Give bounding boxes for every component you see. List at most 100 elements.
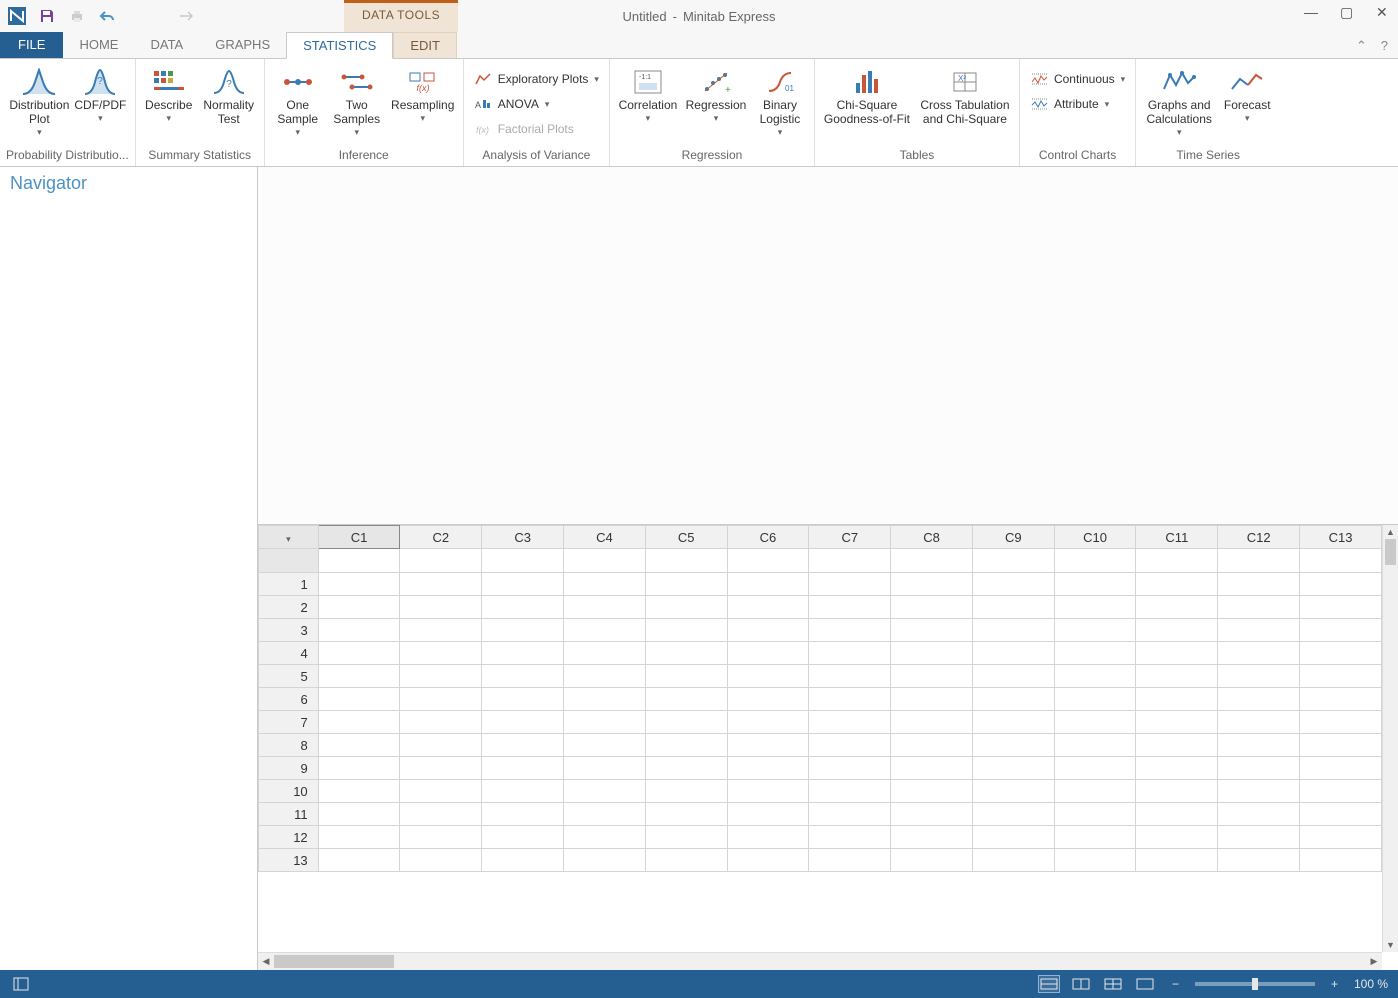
- cell[interactable]: [972, 642, 1054, 665]
- zoom-in-button[interactable]: +: [1325, 977, 1344, 991]
- horizontal-scrollbar[interactable]: ◀ ▶: [258, 952, 1382, 970]
- cell[interactable]: [809, 596, 891, 619]
- cell[interactable]: [727, 803, 809, 826]
- cell[interactable]: [400, 619, 482, 642]
- view-mode-4[interactable]: [1134, 975, 1156, 993]
- cell[interactable]: [318, 688, 400, 711]
- cell[interactable]: [972, 711, 1054, 734]
- help-icon[interactable]: ?: [1381, 38, 1388, 54]
- cell[interactable]: [1218, 642, 1300, 665]
- cell[interactable]: [400, 826, 482, 849]
- cell[interactable]: [318, 596, 400, 619]
- cell[interactable]: [1218, 665, 1300, 688]
- cell[interactable]: [1136, 619, 1218, 642]
- cell[interactable]: [809, 642, 891, 665]
- cell[interactable]: [318, 826, 400, 849]
- cell[interactable]: [318, 573, 400, 596]
- cell[interactable]: [1300, 757, 1382, 780]
- cell[interactable]: [809, 734, 891, 757]
- column-name-cell[interactable]: [318, 549, 400, 573]
- cell[interactable]: [891, 803, 973, 826]
- cell[interactable]: [645, 642, 727, 665]
- cell[interactable]: [1300, 826, 1382, 849]
- column-header[interactable]: C1: [318, 526, 400, 549]
- column-header[interactable]: C12: [1218, 526, 1300, 549]
- cell[interactable]: [1054, 734, 1136, 757]
- cell[interactable]: [727, 573, 809, 596]
- regression-button[interactable]: + Regression▾: [684, 65, 748, 131]
- cell[interactable]: [1054, 596, 1136, 619]
- cell[interactable]: [1218, 596, 1300, 619]
- cell[interactable]: [564, 573, 646, 596]
- binary-logistic-button[interactable]: 01 Binary Logistic▾: [752, 65, 808, 139]
- cell[interactable]: [1218, 619, 1300, 642]
- zoom-out-button[interactable]: −: [1166, 977, 1185, 991]
- row-header[interactable]: 2: [259, 596, 319, 619]
- cell[interactable]: [564, 665, 646, 688]
- cell[interactable]: [564, 711, 646, 734]
- cell[interactable]: [1136, 849, 1218, 872]
- forecast-button[interactable]: Forecast▾: [1220, 65, 1274, 131]
- cell[interactable]: [318, 642, 400, 665]
- cell[interactable]: [891, 849, 973, 872]
- cell[interactable]: [318, 757, 400, 780]
- column-name-cell[interactable]: [891, 549, 973, 573]
- cell[interactable]: [645, 711, 727, 734]
- cell[interactable]: [1054, 665, 1136, 688]
- cell[interactable]: [972, 803, 1054, 826]
- cell[interactable]: [1300, 596, 1382, 619]
- cell[interactable]: [972, 619, 1054, 642]
- cell[interactable]: [891, 642, 973, 665]
- column-header[interactable]: C10: [1054, 526, 1136, 549]
- corner-cell[interactable]: ▾: [259, 526, 319, 549]
- cell[interactable]: [1136, 757, 1218, 780]
- zoom-value[interactable]: 100 %: [1354, 977, 1388, 991]
- cell[interactable]: [400, 688, 482, 711]
- cell[interactable]: [645, 734, 727, 757]
- cell[interactable]: [318, 803, 400, 826]
- cell[interactable]: [482, 711, 564, 734]
- row-header[interactable]: 4: [259, 642, 319, 665]
- column-name-cell[interactable]: [482, 549, 564, 573]
- cell[interactable]: [727, 711, 809, 734]
- row-header[interactable]: 6: [259, 688, 319, 711]
- cell[interactable]: [1136, 596, 1218, 619]
- cell[interactable]: [727, 665, 809, 688]
- tab-data[interactable]: DATA: [134, 32, 199, 58]
- cell[interactable]: [891, 826, 973, 849]
- cell[interactable]: [727, 642, 809, 665]
- cell[interactable]: [809, 688, 891, 711]
- cell[interactable]: [645, 780, 727, 803]
- cell[interactable]: [972, 780, 1054, 803]
- cell[interactable]: [1218, 734, 1300, 757]
- tab-edit[interactable]: EDIT: [393, 32, 457, 58]
- cell[interactable]: [482, 596, 564, 619]
- view-mode-3[interactable]: [1102, 975, 1124, 993]
- cell[interactable]: [1300, 734, 1382, 757]
- row-header[interactable]: 7: [259, 711, 319, 734]
- cell[interactable]: [972, 596, 1054, 619]
- cell[interactable]: [400, 711, 482, 734]
- cell[interactable]: [1218, 826, 1300, 849]
- cell[interactable]: [972, 757, 1054, 780]
- zoom-handle[interactable]: [1252, 978, 1258, 990]
- column-header[interactable]: C9: [972, 526, 1054, 549]
- save-icon[interactable]: [38, 7, 56, 25]
- cell[interactable]: [482, 573, 564, 596]
- cell[interactable]: [1136, 711, 1218, 734]
- row-header[interactable]: 5: [259, 665, 319, 688]
- scroll-left-arrow[interactable]: ◀: [258, 956, 274, 967]
- minimize-button[interactable]: —: [1304, 4, 1318, 18]
- normality-test-button[interactable]: ? Normality Test: [200, 65, 258, 131]
- cell[interactable]: [809, 849, 891, 872]
- cell[interactable]: [482, 780, 564, 803]
- scroll-right-arrow[interactable]: ▶: [1366, 956, 1382, 967]
- cell[interactable]: [564, 688, 646, 711]
- cell[interactable]: [564, 849, 646, 872]
- cell[interactable]: [564, 757, 646, 780]
- cell[interactable]: [1300, 780, 1382, 803]
- cell[interactable]: [1136, 642, 1218, 665]
- column-header[interactable]: C4: [564, 526, 646, 549]
- cell[interactable]: [564, 596, 646, 619]
- cell[interactable]: [400, 780, 482, 803]
